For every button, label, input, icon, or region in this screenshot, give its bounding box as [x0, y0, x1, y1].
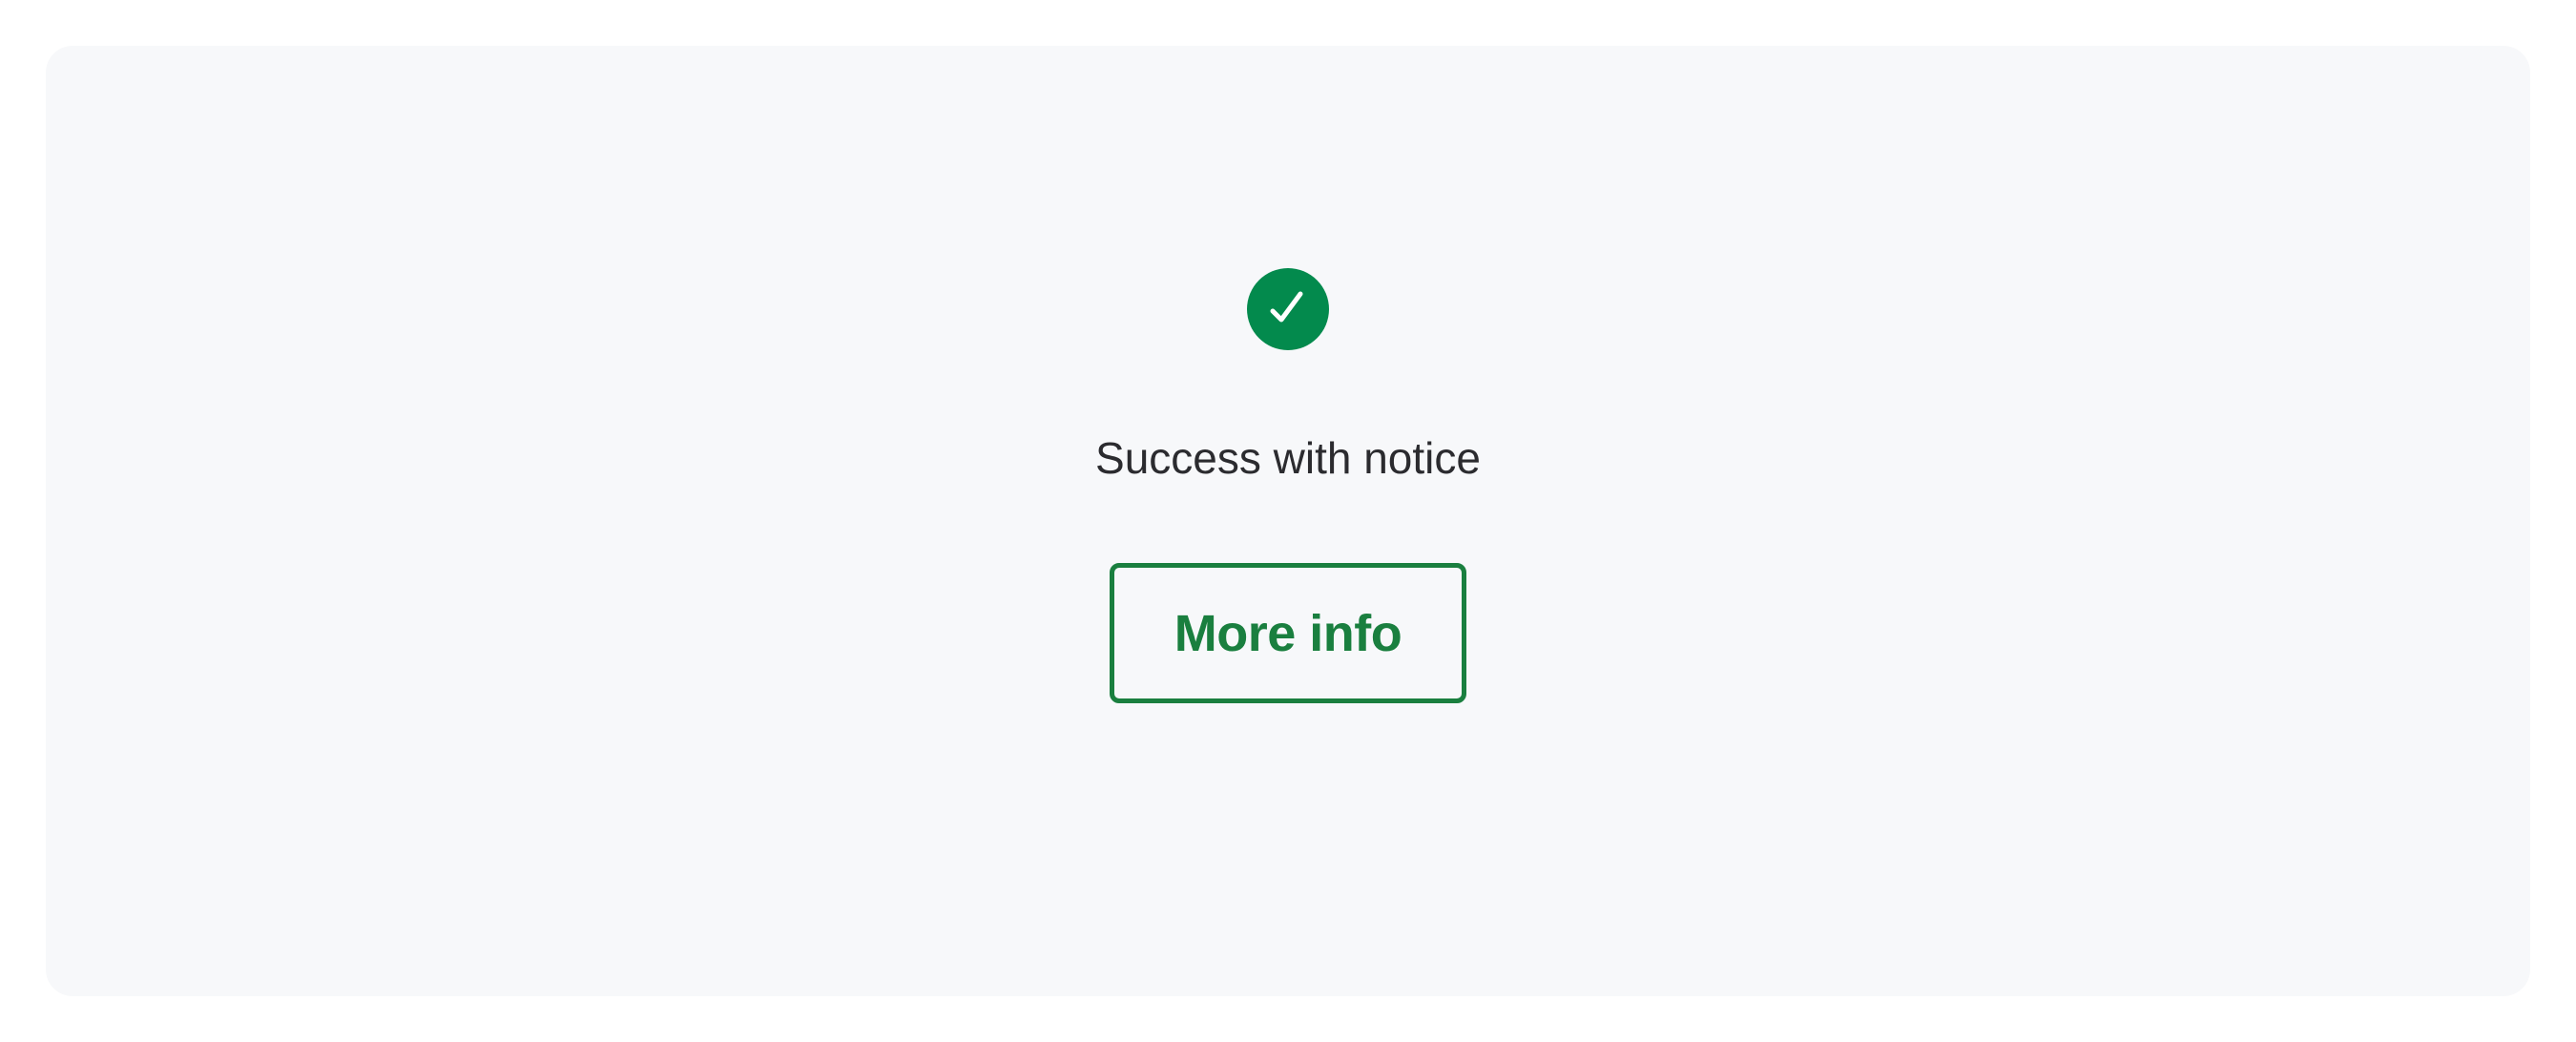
notice-message: Success with notice: [1095, 433, 1481, 483]
more-info-button[interactable]: More info: [1110, 563, 1466, 703]
check-circle-icon: [1247, 268, 1329, 350]
notice-panel: [46, 46, 2530, 996]
more-info-label: More info: [1174, 604, 1402, 662]
